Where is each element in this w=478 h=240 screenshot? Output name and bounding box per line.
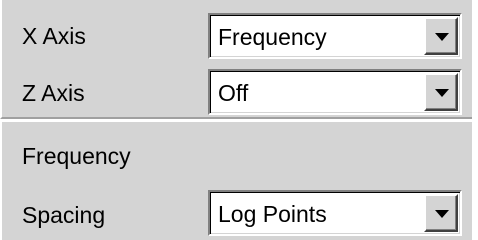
spacing-label: Spacing <box>22 202 106 228</box>
settings-panel: X Axis Frequency Z Axis Off Frequency Sp… <box>0 0 478 240</box>
panel-edge <box>472 0 478 240</box>
frequency-section: Frequency Spacing Log Points <box>0 120 472 240</box>
z-axis-dropdown[interactable]: Off <box>208 69 462 115</box>
x-axis-dropdown[interactable]: Frequency <box>208 13 462 59</box>
chevron-down-icon <box>435 89 449 97</box>
z-axis-value: Off <box>218 80 249 106</box>
axis-section: X Axis Frequency Z Axis Off <box>0 0 472 119</box>
chevron-down-icon <box>435 210 449 218</box>
z-axis-dropdown-button[interactable] <box>424 73 458 111</box>
chevron-down-icon <box>435 33 449 41</box>
spacing-dropdown[interactable]: Log Points <box>208 190 462 236</box>
spacing-dropdown-button[interactable] <box>424 194 458 232</box>
x-axis-dropdown-button[interactable] <box>424 17 458 55</box>
spacing-value: Log Points <box>218 201 327 227</box>
x-axis-value: Frequency <box>218 24 327 50</box>
x-axis-label: X Axis <box>22 23 86 49</box>
z-axis-label: Z Axis <box>22 80 85 106</box>
frequency-section-heading: Frequency <box>22 143 131 169</box>
